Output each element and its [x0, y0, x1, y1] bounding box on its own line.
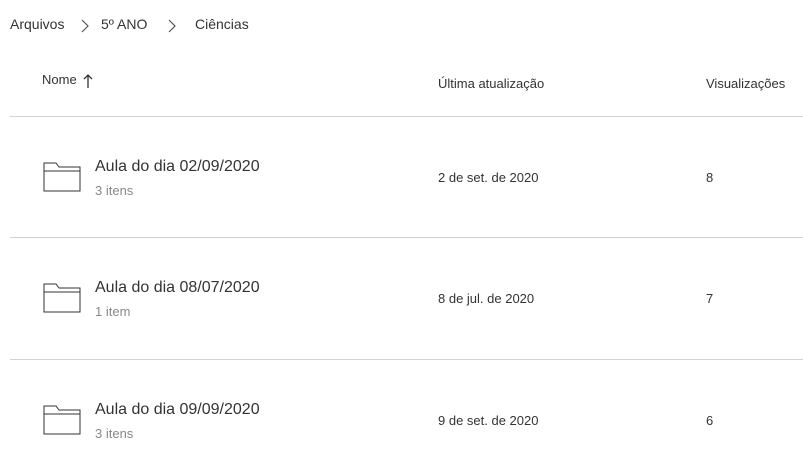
- column-name-header[interactable]: Nome: [42, 72, 93, 89]
- folder-updated-date: 2 de set. de 2020: [438, 170, 539, 185]
- folder-name[interactable]: Aula do dia 08/07/2020: [95, 279, 260, 297]
- folder-icon: [43, 283, 81, 313]
- folder-updated-date: 9 de set. de 2020: [438, 413, 539, 428]
- folder-item-count: 3 itens: [95, 426, 134, 441]
- folder-views-count: 7: [706, 291, 714, 306]
- column-name-label: Nome: [42, 72, 77, 87]
- folder-row[interactable]: Aula do dia 02/09/2020 3 itens 2 de set.…: [10, 117, 803, 237]
- folder-icon: [43, 405, 81, 435]
- folder-icon: [43, 162, 81, 192]
- file-browser: Arquivos 5º ANO Ciências Nome Última atu…: [0, 0, 803, 459]
- folder-item-count: 3 itens: [95, 183, 134, 198]
- arrow-up-icon: [83, 73, 93, 88]
- chevron-right-icon: [168, 19, 176, 33]
- folder-item-count: 1 item: [95, 304, 131, 319]
- folder-updated-date: 8 de jul. de 2020: [438, 291, 535, 306]
- folder-row[interactable]: Aula do dia 09/09/2020 3 itens 9 de set.…: [10, 360, 803, 459]
- breadcrumb-item-5-ano[interactable]: 5º ANO: [101, 16, 147, 32]
- chevron-right-icon: [81, 19, 89, 33]
- folder-name[interactable]: Aula do dia 09/09/2020: [95, 401, 260, 419]
- column-updated-header[interactable]: Última atualização: [438, 76, 544, 91]
- breadcrumb-item-arquivos[interactable]: Arquivos: [10, 16, 64, 32]
- breadcrumb-item-ciencias: Ciências: [195, 16, 249, 32]
- column-views-header[interactable]: Visualizações: [706, 76, 785, 91]
- folder-name[interactable]: Aula do dia 02/09/2020: [95, 158, 260, 176]
- folder-views-count: 6: [706, 413, 714, 428]
- column-header: Nome Última atualização Visualizações: [0, 70, 803, 100]
- folder-views-count: 8: [706, 170, 714, 185]
- folder-row[interactable]: Aula do dia 08/07/2020 1 item 8 de jul. …: [10, 238, 803, 358]
